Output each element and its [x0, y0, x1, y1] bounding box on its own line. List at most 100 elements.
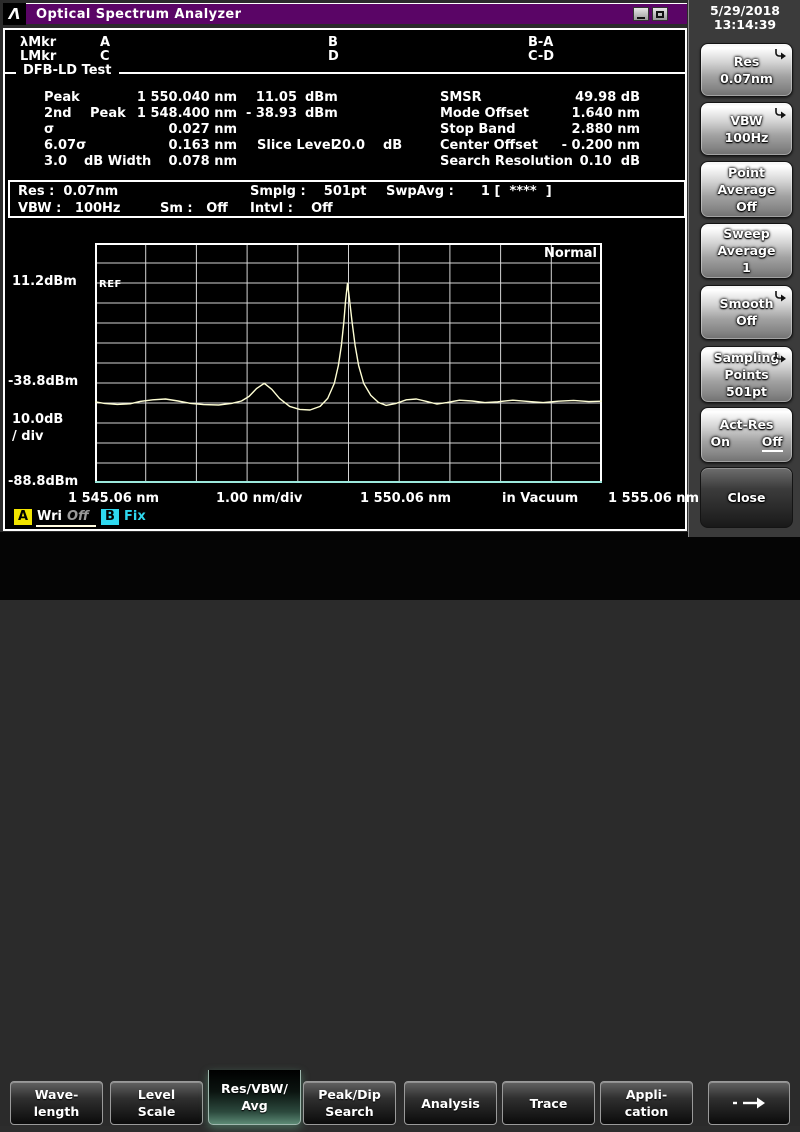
menu-application[interactable]: Appli- cation	[600, 1081, 693, 1125]
submenu-arrow-icon	[773, 107, 787, 119]
trace-a-underline	[36, 525, 96, 527]
trace-b-badge: B	[101, 509, 119, 525]
softkey-sampling-value: 501pt	[726, 385, 767, 399]
six-sigma-label: 6.07σ	[44, 138, 86, 153]
smsr-value: 49.98 dB	[538, 90, 640, 105]
softkey-vbw-title: VBW	[730, 114, 762, 128]
level-marker-label: LMkr	[20, 49, 56, 64]
menu-trace-label: Trace	[530, 1095, 568, 1112]
slice-level-value: 20.0	[318, 138, 365, 153]
peak-wavelength-value: 1 550.040 nm	[130, 90, 237, 105]
y-axis-bottom-label: -88.8dBm	[8, 474, 78, 489]
x-axis-start-label: 1 545.06 nm	[68, 491, 159, 506]
softkey-act-res-on: On	[711, 435, 731, 452]
wavelength-marker-label: λMkr	[20, 35, 56, 50]
menu-trace[interactable]: Trace	[502, 1081, 595, 1125]
softkey-point-average[interactable]: Point Average Off	[700, 161, 793, 218]
softkey-point-average-value: Off	[736, 200, 757, 214]
function-menu-bar: Wave- length Level Scale Res/VBW/ Avg Pe…	[0, 532, 800, 600]
second-peak-label2: Peak	[90, 106, 126, 121]
softkey-res-value: 0.07nm	[720, 72, 773, 86]
softkey-sweep-average-value: 1	[742, 261, 751, 275]
spectrum-plot-area	[95, 243, 602, 483]
softkey-vbw-value: 100Hz	[725, 131, 769, 145]
x-axis-end-label: 1 555.06 nm	[608, 491, 699, 506]
y-axis-scale-label: 10.0dB	[12, 412, 63, 427]
menu-level-scale-line2: Scale	[138, 1103, 176, 1120]
menu-application-line2: cation	[625, 1103, 669, 1120]
marker-a-label: A	[100, 35, 110, 50]
menu-res-vbw-avg-line1: Res/VBW/	[221, 1080, 288, 1097]
clock: 5/29/2018 13:14:39	[691, 4, 799, 32]
minimize-button[interactable]	[633, 7, 649, 21]
maximize-button[interactable]	[652, 7, 668, 21]
softkey-act-res-off: Off	[762, 435, 783, 452]
menu-analysis[interactable]: Analysis	[404, 1081, 497, 1125]
second-peak-level-value: - 38.93	[243, 106, 297, 121]
menu-level-scale[interactable]: Level Scale	[110, 1081, 203, 1125]
menu-res-vbw-avg[interactable]: Res/VBW/ Avg	[208, 1070, 301, 1125]
ref-level-label: REF	[99, 279, 122, 290]
second-peak-level-unit: dBm	[305, 106, 338, 121]
slice-level-unit: dB	[383, 138, 402, 153]
peak-level-unit: dBm	[305, 90, 338, 105]
second-peak-label: 2nd	[44, 106, 72, 121]
marker-b-label: B	[328, 35, 338, 50]
menu-peak-dip-search[interactable]: Peak/Dip Search	[303, 1081, 396, 1125]
trace-a-state: Off	[67, 509, 89, 524]
softkey-vbw[interactable]: VBW 100Hz	[700, 102, 793, 156]
db-width-value: 0.078 nm	[130, 154, 237, 169]
softkey-close[interactable]: Close	[700, 467, 793, 528]
sampling-setting: Smplg : 501pt	[250, 184, 366, 199]
softkey-sweep-average-line1: Sweep	[723, 227, 769, 241]
search-resolution-value: 0.10 dB	[538, 154, 640, 169]
window-title: Optical Spectrum Analyzer	[36, 7, 241, 22]
marker-c-d-label: C-D	[528, 49, 554, 64]
menu-res-vbw-avg-line2: Avg	[241, 1097, 267, 1114]
menu-peak-dip-line2: Search	[325, 1103, 373, 1120]
mode-offset-label: Mode Offset	[440, 106, 529, 121]
osa-application: Λ Optical Spectrum Analyzer λMkr A B B-A…	[0, 0, 800, 600]
interval-setting: Intvl : Off	[250, 201, 333, 216]
soft-key-panel: 5/29/2018 13:14:39 Res 0.07nm VBW 100Hz …	[688, 0, 800, 537]
softkey-smooth[interactable]: Smooth Off	[700, 285, 793, 340]
softkey-sweep-average[interactable]: Sweep Average 1	[700, 223, 793, 279]
center-offset-label: Center Offset	[440, 138, 538, 153]
menu-next-page[interactable]	[708, 1081, 790, 1125]
title-bar: Λ Optical Spectrum Analyzer	[3, 3, 687, 24]
softkey-sampling-line1: Sampling	[714, 351, 780, 365]
submenu-arrow-icon	[773, 48, 787, 60]
submenu-arrow-icon	[773, 290, 787, 302]
softkey-point-average-line1: Point	[728, 166, 765, 180]
mode-offset-value: 1.640 nm	[538, 106, 640, 121]
menu-application-line1: Appli-	[626, 1086, 667, 1103]
trace-b-mode: Fix	[124, 509, 146, 524]
six-sigma-value: 0.163 nm	[130, 138, 237, 153]
x-axis-center-label: 1 550.06 nm	[360, 491, 451, 506]
res-setting: Res : 0.07nm	[18, 184, 118, 199]
db-width-label: 3.0	[44, 154, 67, 169]
menu-wavelength[interactable]: Wave- length	[10, 1081, 103, 1125]
maximize-icon	[656, 11, 664, 18]
y-axis-ref-label: 11.2dBm	[12, 274, 77, 289]
clock-time: 13:14:39	[691, 18, 799, 32]
stop-band-value: 2.880 nm	[538, 122, 640, 137]
softkey-sampling-points[interactable]: Sampling Points 501pt	[700, 346, 793, 403]
vbw-setting: VBW : 100Hz	[18, 201, 120, 216]
marker-c-label: C	[100, 49, 110, 64]
peak-label: Peak	[44, 90, 80, 105]
softkey-act-res[interactable]: Act-Res On Off	[700, 407, 793, 463]
next-menu-arrow-icon	[731, 1095, 767, 1111]
minimize-icon	[637, 17, 645, 19]
softkey-sampling-line2: Points	[724, 368, 768, 382]
softkey-res[interactable]: Res 0.07nm	[700, 43, 793, 97]
sigma-value: 0.027 nm	[130, 122, 237, 137]
y-axis-scale-label2: / div	[12, 429, 44, 444]
analysis-section-title: DFB-LD Test	[16, 63, 119, 78]
trace-mode-label: Normal	[520, 246, 597, 261]
x-axis-medium-label: in Vacuum	[502, 491, 578, 506]
trace-a-badge: A	[14, 509, 32, 525]
sweep-average-setting: SwpAvg : 1 [ **** ]	[386, 184, 552, 199]
menu-peak-dip-line1: Peak/Dip	[318, 1086, 381, 1103]
bottom-edge-strip	[0, 1126, 800, 1132]
